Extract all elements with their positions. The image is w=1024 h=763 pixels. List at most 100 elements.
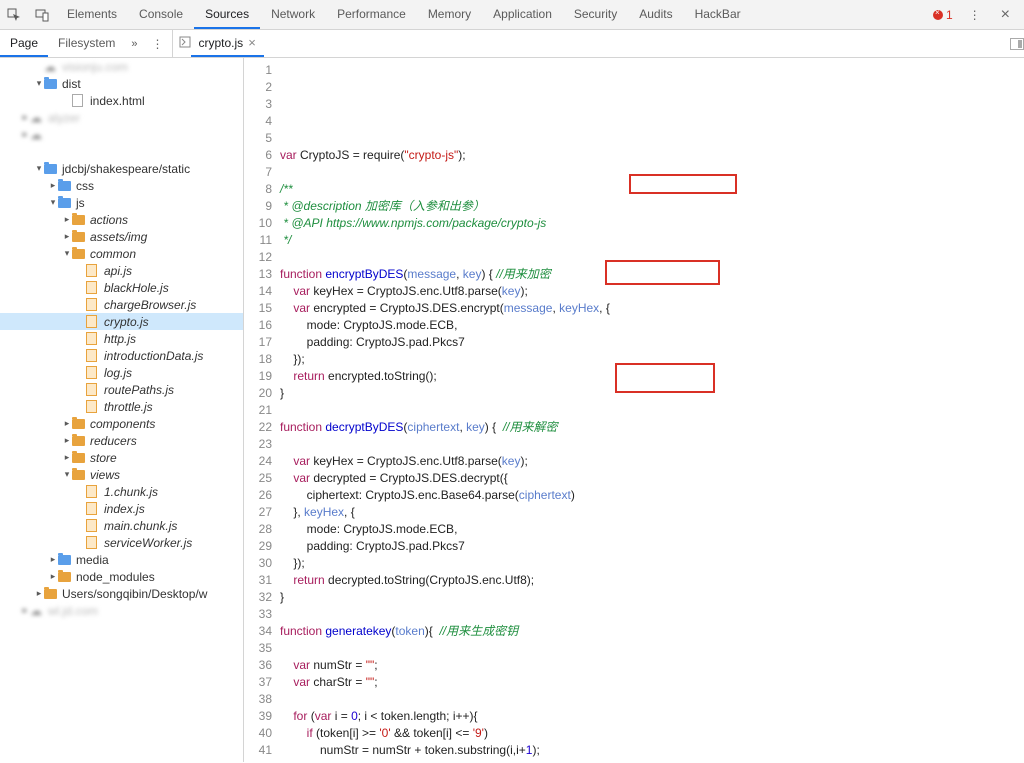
code-line[interactable]: var CryptoJS = require("crypto-js"); xyxy=(280,147,1024,164)
code-line[interactable]: }, keyHex, { xyxy=(280,504,1024,521)
panel-tab-network[interactable]: Network xyxy=(260,0,326,29)
tree-row[interactable]: index.html xyxy=(0,92,243,109)
tree-row[interactable]: ▾jdcbj/shakespeare/static xyxy=(0,160,243,177)
tree-row[interactable]: ▸media xyxy=(0,551,243,568)
tree-row[interactable]: chargeBrowser.js xyxy=(0,296,243,313)
code-line[interactable]: } xyxy=(280,385,1024,402)
tree-row[interactable]: serviceWorker.js xyxy=(0,534,243,551)
code-line[interactable]: mode: CryptoJS.mode.ECB, xyxy=(280,521,1024,538)
code-line[interactable]: mode: CryptoJS.mode.ECB, xyxy=(280,317,1024,334)
sidebar-tab-filesystem[interactable]: Filesystem xyxy=(48,30,125,57)
tree-row[interactable]: log.js xyxy=(0,364,243,381)
code-line[interactable] xyxy=(280,164,1024,181)
tree-row[interactable]: ▾js xyxy=(0,194,243,211)
tree-row[interactable]: index.js xyxy=(0,500,243,517)
tree-row[interactable]: ▸css xyxy=(0,177,243,194)
code-line[interactable]: for (var i = 0; i < token.length; i++){ xyxy=(280,708,1024,725)
code-line[interactable]: /** xyxy=(280,181,1024,198)
code-line[interactable]: * @description 加密库（入参和出参） xyxy=(280,198,1024,215)
panel-tab-memory[interactable]: Memory xyxy=(417,0,482,29)
tree-twisty-icon[interactable]: ▾ xyxy=(62,248,72,259)
code-line[interactable]: padding: CryptoJS.pad.Pkcs7 xyxy=(280,538,1024,555)
tree-twisty-icon[interactable]: ▾ xyxy=(34,163,44,174)
tree-twisty-icon[interactable]: ▸ xyxy=(20,129,30,140)
tree-twisty-icon[interactable]: ▸ xyxy=(48,554,58,565)
tree-twisty-icon[interactable]: ▸ xyxy=(62,435,72,446)
tree-row[interactable]: ▸store xyxy=(0,449,243,466)
code-line[interactable]: }); xyxy=(280,555,1024,572)
file-tree[interactable]: ☁visionju.com▾distindex.html▸☁ alyzer▸☁ … xyxy=(0,58,244,762)
tree-twisty-icon[interactable]: ▸ xyxy=(62,418,72,429)
code-line[interactable]: ciphertext: CryptoJS.enc.Base64.parse(ci… xyxy=(280,487,1024,504)
tree-row[interactable]: ☁visionju.com xyxy=(0,58,243,75)
code-line[interactable]: function decryptByDES(ciphertext, key) {… xyxy=(280,419,1024,436)
close-tab-icon[interactable]: × xyxy=(248,35,256,50)
code-line[interactable]: if (token[i] >= '0' && token[i] <= '9') xyxy=(280,725,1024,742)
toggle-editor-pane-icon[interactable] xyxy=(1010,38,1024,50)
tree-twisty-icon[interactable]: ▸ xyxy=(48,571,58,582)
overflow-chevron-icon[interactable]: » xyxy=(125,38,143,50)
tree-row[interactable]: main.chunk.js xyxy=(0,517,243,534)
tree-row[interactable]: ▸actions xyxy=(0,211,243,228)
panel-tab-application[interactable]: Application xyxy=(482,0,563,29)
tree-row[interactable]: crypto.js xyxy=(0,313,243,330)
panel-tab-console[interactable]: Console xyxy=(128,0,194,29)
error-count-badge[interactable]: 1 xyxy=(933,8,953,22)
tree-row[interactable]: ▸reducers xyxy=(0,432,243,449)
inspect-icon[interactable] xyxy=(0,1,28,29)
tree-row[interactable]: ▾views xyxy=(0,466,243,483)
tree-row[interactable]: introductionData.js xyxy=(0,347,243,364)
tree-row[interactable]: ▸node_modules xyxy=(0,568,243,585)
tree-row[interactable]: ▸Users/songqibin/Desktop/w xyxy=(0,585,243,602)
file-nav-icon[interactable] xyxy=(179,36,191,51)
tree-row[interactable]: ▸☁wl.jd.com xyxy=(0,602,243,619)
panel-tab-hackbar[interactable]: HackBar xyxy=(684,0,752,29)
code-line[interactable]: else xyxy=(280,759,1024,762)
code-line[interactable]: */ xyxy=(280,232,1024,249)
code-line[interactable]: padding: CryptoJS.pad.Pkcs7 xyxy=(280,334,1024,351)
code-line[interactable]: return decrypted.toString(CryptoJS.enc.U… xyxy=(280,572,1024,589)
tree-row[interactable]: ▾dist xyxy=(0,75,243,92)
panel-tab-elements[interactable]: Elements xyxy=(56,0,128,29)
panel-tab-sources[interactable]: Sources xyxy=(194,0,260,29)
code-line[interactable]: } xyxy=(280,589,1024,606)
code-line[interactable] xyxy=(280,640,1024,657)
code-line[interactable]: var encrypted = CryptoJS.DES.encrypt(mes… xyxy=(280,300,1024,317)
code-line[interactable]: return encrypted.toString(); xyxy=(280,368,1024,385)
code-line[interactable]: * @API https://www.npmjs.com/package/cry… xyxy=(280,215,1024,232)
tree-twisty-icon[interactable]: ▾ xyxy=(62,469,72,480)
tree-twisty-icon[interactable]: ▸ xyxy=(62,231,72,242)
panel-tab-performance[interactable]: Performance xyxy=(326,0,417,29)
panel-tab-audits[interactable]: Audits xyxy=(628,0,683,29)
tree-row[interactable]: ▸☁ alyzer xyxy=(0,109,243,126)
tree-twisty-icon[interactable]: ▾ xyxy=(34,78,44,89)
file-tab-crypto[interactable]: crypto.js × xyxy=(191,30,264,57)
code-line[interactable] xyxy=(280,691,1024,708)
code-line[interactable]: var decrypted = CryptoJS.DES.decrypt({ xyxy=(280,470,1024,487)
tree-row[interactable]: ▾common xyxy=(0,245,243,262)
tree-twisty-icon[interactable]: ▸ xyxy=(62,214,72,225)
close-devtools-icon[interactable]: × xyxy=(997,6,1014,24)
code-line[interactable]: function generatekey(token){ //用来生成密钥 xyxy=(280,623,1024,640)
tree-twisty-icon[interactable]: ▸ xyxy=(48,180,58,191)
more-menu-icon[interactable]: ⋮ xyxy=(961,8,989,22)
code-line[interactable] xyxy=(280,249,1024,266)
code-line[interactable]: var keyHex = CryptoJS.enc.Utf8.parse(key… xyxy=(280,453,1024,470)
tree-row[interactable]: 1.chunk.js xyxy=(0,483,243,500)
code-line[interactable]: numStr = numStr + token.substring(i,i+1)… xyxy=(280,742,1024,759)
tree-row[interactable]: throttle.js xyxy=(0,398,243,415)
code-line[interactable]: var keyHex = CryptoJS.enc.Utf8.parse(key… xyxy=(280,283,1024,300)
code-line[interactable]: function encryptByDES(message, key) { //… xyxy=(280,266,1024,283)
tree-row[interactable]: ▸assets/img xyxy=(0,228,243,245)
code-line[interactable] xyxy=(280,436,1024,453)
tree-twisty-icon[interactable]: ▸ xyxy=(20,112,30,123)
tree-row[interactable]: blackHole.js xyxy=(0,279,243,296)
tree-twisty-icon[interactable]: ▸ xyxy=(34,588,44,599)
tree-row[interactable]: routePaths.js xyxy=(0,381,243,398)
sidebar-tab-page[interactable]: Page xyxy=(0,30,48,57)
code-surface[interactable]: var CryptoJS = require("crypto-js"); /**… xyxy=(280,58,1024,762)
code-editor[interactable]: 1234567891011121314151617181920212223242… xyxy=(244,58,1024,762)
tree-row[interactable]: http.js xyxy=(0,330,243,347)
tree-row[interactable]: ▸☁ xyxy=(0,126,243,143)
tree-twisty-icon[interactable]: ▸ xyxy=(62,452,72,463)
